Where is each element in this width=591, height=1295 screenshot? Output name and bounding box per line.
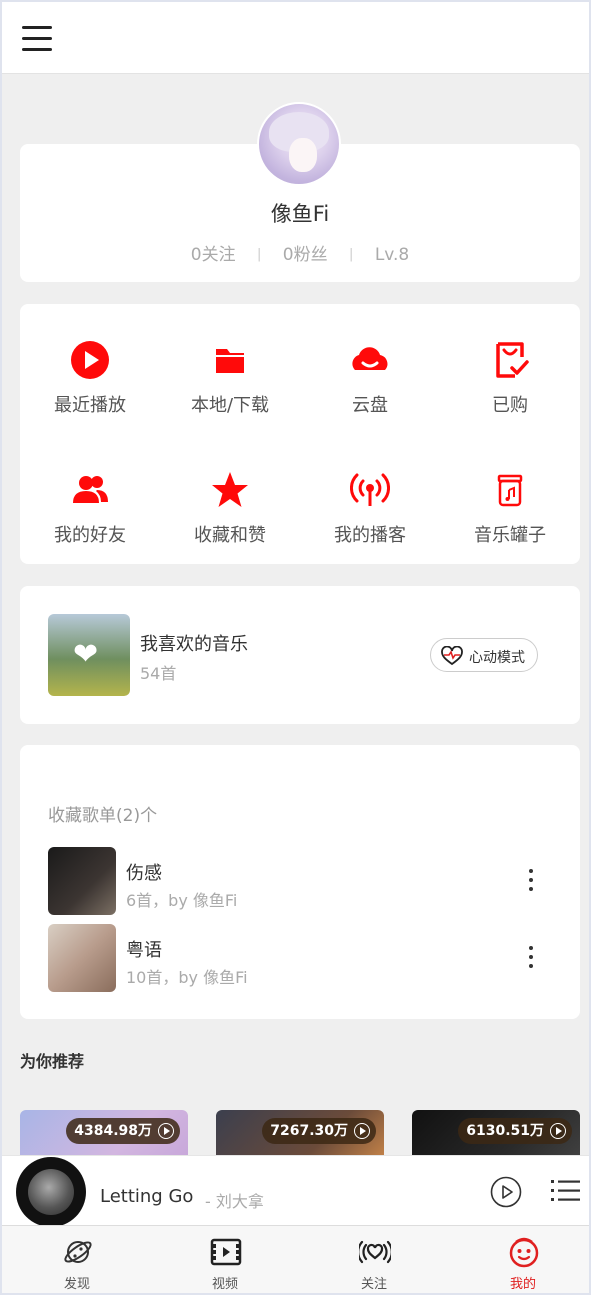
grid-item-music-jar[interactable]: 音乐罐子	[440, 442, 580, 562]
tab-discover[interactable]: 发现	[4, 1226, 150, 1294]
cloud-icon	[352, 347, 388, 370]
playlist-cover	[48, 924, 116, 992]
grid-item-label: 云盘	[352, 395, 388, 416]
broadcast-icon	[359, 1240, 391, 1264]
tab-label: 视频	[211, 1277, 238, 1292]
function-grid: 最近播放 本地/下载 云盘 已购 我的好友 收藏和赞 我的播客 音乐罐子	[20, 304, 580, 564]
profile-stats: 0关注 | 0粉丝 | Lv.8	[20, 240, 580, 265]
tab-label: 我的	[509, 1277, 536, 1292]
grid-item-podcast[interactable]: 我的播客	[300, 442, 440, 562]
liked-music-count: 54首	[140, 664, 177, 683]
tab-video[interactable]: 视频	[152, 1226, 298, 1294]
play-count: 7267.30万	[270, 1123, 348, 1139]
grid-item-friends[interactable]: 我的好友	[20, 442, 160, 562]
grid-item-label: 我的播客	[334, 525, 406, 546]
grid-item-label: 我的好友	[54, 525, 126, 546]
more-options-icon[interactable]	[524, 946, 538, 972]
playlist-cover	[48, 847, 116, 915]
bottom-tab-bar: 发现 视频 关注 我的	[2, 1225, 589, 1293]
grid-item-label: 已购	[492, 395, 528, 416]
playlist-row[interactable]: 伤感 6首，by 像鱼Fi	[48, 847, 558, 917]
collected-playlists-card: 收藏歌单(2)个 伤感 6首，by 像鱼Fi 粤语 10首，by 像鱼Fi	[20, 745, 580, 1019]
grid-item-label: 收藏和赞	[194, 525, 266, 546]
playlists-header: 收藏歌单(2)个	[48, 806, 158, 826]
heart-mode-label: 心动模式	[469, 650, 525, 666]
smiley-icon	[509, 1237, 539, 1268]
play-count: 4384.98万	[74, 1123, 152, 1139]
avatar[interactable]	[257, 102, 341, 186]
grid-item-cloud[interactable]: 云盘	[300, 312, 440, 432]
heart-icon: ❤	[73, 637, 99, 672]
folder-icon	[216, 349, 244, 373]
play-count-badge: 4384.98万	[66, 1118, 180, 1144]
playlist-icon[interactable]	[551, 1178, 581, 1204]
song-title: Letting Go	[100, 1186, 194, 1207]
star-icon	[212, 472, 248, 507]
hamburger-menu-icon[interactable]	[22, 26, 52, 52]
more-options-icon[interactable]	[524, 869, 538, 895]
friends-icon	[73, 476, 108, 503]
fans-count[interactable]: 0粉丝	[283, 245, 328, 265]
liked-music-title: 我喜欢的音乐	[140, 634, 248, 655]
tab-label: 发现	[63, 1277, 90, 1292]
grid-item-label: 音乐罐子	[474, 525, 546, 546]
play-count-badge: 6130.51万	[458, 1118, 572, 1144]
play-circle-icon	[158, 1123, 174, 1139]
tab-mine[interactable]: 我的	[450, 1226, 591, 1294]
user-level[interactable]: Lv.8	[375, 245, 409, 265]
song-artist: - 刘大拿	[205, 1192, 264, 1211]
film-icon	[210, 1238, 242, 1266]
playlist-title: 伤感	[126, 863, 162, 884]
purchased-icon	[496, 342, 529, 378]
tab-label: 关注	[360, 1277, 387, 1292]
planet-icon	[64, 1241, 92, 1263]
playlist-title: 粤语	[126, 940, 162, 961]
playlist-subtitle: 6首，by 像鱼Fi	[126, 891, 238, 910]
grid-item-recent-play[interactable]: 最近播放	[20, 312, 160, 432]
recent-play-icon	[71, 341, 109, 379]
music-jar-icon	[497, 474, 523, 507]
liked-music-card[interactable]: ❤ 我喜欢的音乐 54首 心动模式	[20, 586, 580, 724]
stats-separator: |	[256, 247, 262, 262]
album-disc[interactable]	[16, 1157, 86, 1227]
grid-item-label: 最近播放	[54, 395, 126, 416]
recommend-title: 为你推荐	[20, 1052, 85, 1071]
playlist-subtitle: 10首，by 像鱼Fi	[126, 968, 248, 987]
play-count: 6130.51万	[466, 1123, 544, 1139]
grid-item-label: 本地/下载	[190, 395, 270, 416]
play-circle-icon	[550, 1123, 566, 1139]
top-bar	[2, 2, 589, 74]
following-count[interactable]: 0关注	[191, 245, 236, 265]
podcast-icon	[350, 473, 390, 506]
liked-music-cover[interactable]: ❤	[48, 614, 130, 696]
heart-mode-button[interactable]: 心动模式	[430, 638, 538, 672]
username[interactable]: 像鱼Fi	[20, 198, 580, 228]
grid-item-local-download[interactable]: 本地/下载	[160, 312, 300, 432]
play-count-badge: 7267.30万	[262, 1118, 376, 1144]
heartbeat-icon	[441, 646, 463, 666]
play-icon[interactable]	[490, 1176, 522, 1208]
tab-follow[interactable]: 关注	[301, 1226, 447, 1294]
stats-separator: |	[349, 247, 354, 262]
play-circle-icon	[354, 1123, 370, 1139]
grid-item-purchased[interactable]: 已购	[440, 312, 580, 432]
grid-item-favorites[interactable]: 收藏和赞	[160, 442, 300, 562]
playlist-row[interactable]: 粤语 10首，by 像鱼Fi	[48, 924, 558, 994]
mini-player[interactable]: Letting Go - 刘大拿	[2, 1155, 589, 1227]
